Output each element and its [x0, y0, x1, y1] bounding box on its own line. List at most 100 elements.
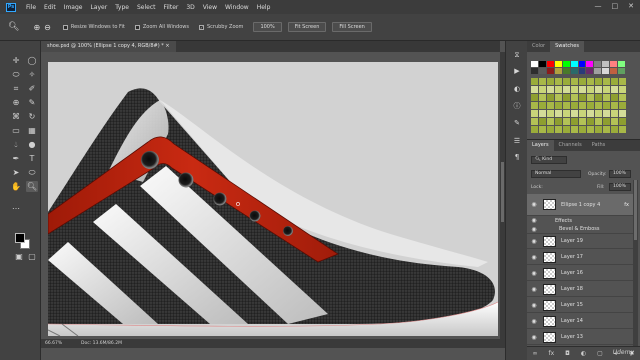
play-actions-icon[interactable]: ▶	[512, 67, 522, 75]
eye-icon[interactable]: ◉	[529, 286, 539, 293]
swatch[interactable]	[602, 61, 610, 67]
swatch[interactable]	[611, 94, 618, 101]
swatch[interactable]	[595, 126, 602, 133]
swatch[interactable]	[547, 102, 554, 109]
swatch[interactable]	[562, 61, 570, 67]
link-icon[interactable]: ∞	[533, 350, 538, 357]
group-icon[interactable]: ▢	[597, 350, 603, 357]
swatch[interactable]	[555, 110, 562, 117]
fill-screen-button[interactable]: Fill Screen	[332, 22, 372, 32]
swatch[interactable]	[555, 102, 562, 109]
tab-channels[interactable]: Channels	[554, 140, 587, 151]
swatch[interactable]	[603, 102, 610, 109]
eye-icon[interactable]: ◉	[529, 226, 539, 233]
tab-color[interactable]: Color	[527, 41, 550, 52]
magic-wand-icon[interactable]: ✧	[26, 69, 38, 80]
swatch[interactable]	[587, 78, 594, 85]
more-tools-icon[interactable]: …	[10, 201, 22, 212]
swatch[interactable]	[555, 126, 562, 133]
mask-icon[interactable]: ◘	[565, 350, 570, 357]
swatch[interactable]	[555, 86, 562, 93]
swatch[interactable]	[594, 68, 602, 74]
info-icon[interactable]: ⓘ	[512, 101, 522, 111]
swatch[interactable]	[539, 86, 546, 93]
swatch[interactable]	[610, 68, 618, 74]
swatch[interactable]	[563, 94, 570, 101]
history-icon[interactable]: ⧖	[512, 51, 522, 60]
fx-add-icon[interactable]: fx	[549, 350, 555, 357]
swatch[interactable]	[619, 110, 626, 117]
swatch[interactable]	[619, 78, 626, 85]
swatch[interactable]	[554, 68, 562, 74]
layer-row[interactable]: ◉ Layer 15	[527, 298, 633, 313]
fit-screen-button[interactable]: Fit Screen	[287, 22, 327, 32]
swatch[interactable]	[547, 94, 554, 101]
clone-stamp-icon[interactable]: ⌘	[10, 111, 22, 122]
swatch[interactable]	[539, 78, 546, 85]
type-tool-icon[interactable]: T	[26, 153, 38, 164]
swatch[interactable]	[603, 126, 610, 133]
swatch[interactable]	[531, 102, 538, 109]
eye-icon[interactable]: ◉	[529, 254, 539, 261]
eyedropper-icon[interactable]: ✐	[26, 83, 38, 94]
swatch[interactable]	[539, 94, 546, 101]
swatch[interactable]	[619, 86, 626, 93]
eye-icon[interactable]: ◉	[529, 334, 539, 341]
layer-row[interactable]: ◉ Layer 13	[527, 330, 633, 345]
resize-windows-checkbox[interactable]: Resize Windows to Fit	[62, 24, 125, 30]
eraser-tool-icon[interactable]: ▭	[10, 125, 22, 136]
blend-mode-select[interactable]: Normal	[531, 170, 581, 178]
swatch[interactable]	[603, 86, 610, 93]
swatch[interactable]	[579, 118, 586, 125]
ellipse-shape-icon[interactable]: ⬭	[26, 167, 38, 178]
menu-window[interactable]: Window	[225, 4, 249, 11]
swatch[interactable]	[547, 126, 554, 133]
brush-tool-icon[interactable]: ✎	[26, 97, 38, 108]
healing-brush-icon[interactable]: ⊕	[10, 97, 22, 108]
swatch[interactable]	[611, 126, 618, 133]
swatch[interactable]	[611, 78, 618, 85]
swatch[interactable]	[619, 94, 626, 101]
menu-3d[interactable]: 3D	[186, 4, 194, 11]
minimize-icon[interactable]: —	[595, 2, 602, 10]
swatch[interactable]	[595, 102, 602, 109]
swatch[interactable]	[571, 110, 578, 117]
quick-mask-icon[interactable]: ▣	[13, 251, 25, 262]
swatch[interactable]	[619, 126, 626, 133]
brush-panel-icon[interactable]: ✎	[512, 119, 522, 127]
effects-row[interactable]: ◉ Effects	[527, 216, 633, 225]
layer-row[interactable]: ◉ Layer 17	[527, 250, 633, 265]
swatch[interactable]	[611, 110, 618, 117]
swatch[interactable]	[562, 68, 570, 74]
move-tool-icon[interactable]: ✛	[10, 55, 22, 66]
swatch[interactable]	[603, 94, 610, 101]
layer-row[interactable]: ◉ Layer 14	[527, 314, 633, 329]
swatch[interactable]	[555, 94, 562, 101]
swatch[interactable]	[587, 94, 594, 101]
menu-filter[interactable]: Filter	[164, 4, 179, 11]
blur-tool-icon[interactable]: 💧︎	[10, 139, 22, 150]
adjustment-layer-icon[interactable]: ◐	[581, 350, 586, 357]
menu-image[interactable]: Image	[64, 4, 83, 11]
swatch[interactable]	[570, 68, 578, 74]
swatch[interactable]	[579, 86, 586, 93]
hand-tool-icon[interactable]: ✋	[10, 181, 22, 192]
crop-tool-icon[interactable]: ⌗	[10, 83, 22, 94]
menu-type[interactable]: Type	[115, 4, 129, 11]
layer-row[interactable]: ◉ Layer 19	[527, 234, 633, 249]
bevel-emboss-row[interactable]: ◉ Bevel & Emboss	[527, 225, 633, 234]
eye-icon[interactable]: ◉	[529, 201, 539, 208]
zoom-all-windows-checkbox[interactable]: Zoom All Windows	[134, 24, 189, 30]
layer-row[interactable]: ◉ Layer 18	[527, 282, 633, 297]
lasso-tool-icon[interactable]: ⬭	[10, 69, 22, 80]
swatch[interactable]	[619, 118, 626, 125]
swatch[interactable]	[587, 110, 594, 117]
swatch[interactable]	[547, 86, 554, 93]
swatches-grid[interactable]	[531, 61, 626, 75]
swatch[interactable]	[571, 86, 578, 93]
swatch[interactable]	[570, 61, 578, 67]
swatch[interactable]	[571, 102, 578, 109]
swatch[interactable]	[563, 102, 570, 109]
tab-swatches[interactable]: Swatches	[550, 41, 584, 52]
swatch[interactable]	[579, 102, 586, 109]
